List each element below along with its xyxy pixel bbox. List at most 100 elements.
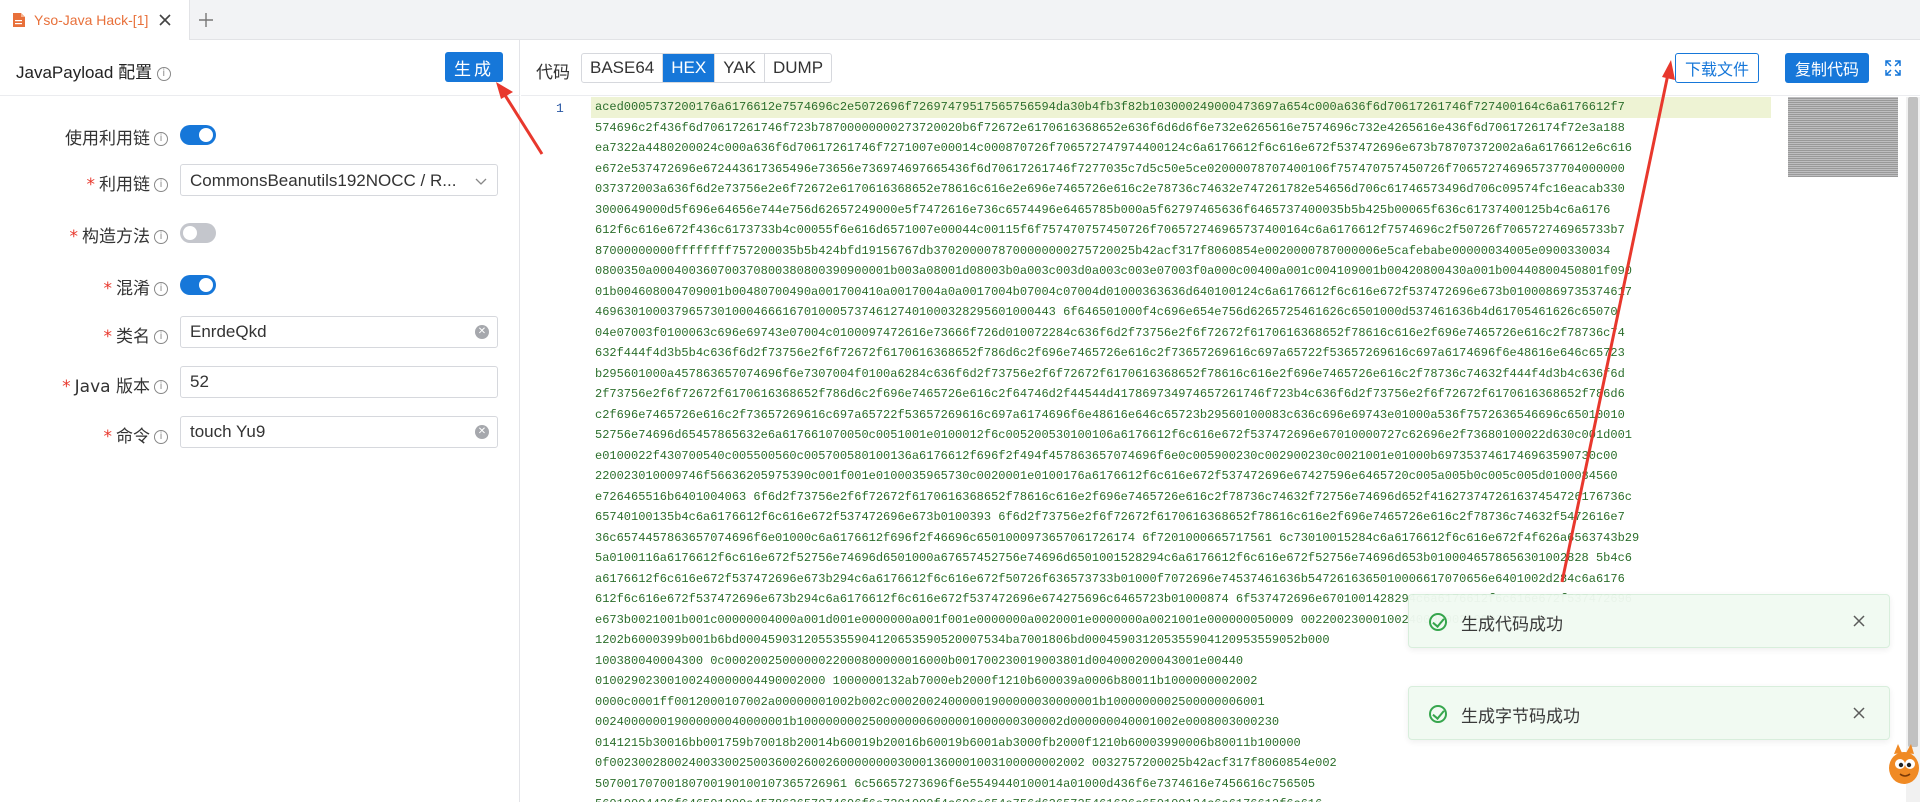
toast-code-success: 生成代码成功 (1408, 594, 1890, 648)
use-chain-toggle[interactable] (180, 125, 216, 145)
code-header: 代码 BASE64 HEX YAK DUMP 下载文件 复制代码 (521, 40, 1920, 96)
toast-message: 生成代码成功 (1461, 615, 1563, 635)
close-icon[interactable] (1851, 613, 1867, 629)
obfuscate-toggle[interactable] (180, 275, 216, 295)
check-circle-icon (1429, 705, 1447, 723)
java-version-label-text: Java 版本 (74, 377, 150, 397)
tab-hex[interactable]: HEX (663, 54, 716, 82)
chain-label: * 利用链 i (86, 170, 168, 195)
code-line: 3000649000d5f696e64656e744e756d626572490… (595, 202, 1611, 217)
use-chain-label: 使用利用链 i (65, 124, 168, 149)
copy-code-button[interactable]: 复制代码 (1785, 53, 1869, 83)
required-mark: * (62, 377, 71, 397)
code-line: ea7322a4480200024c000a636f6d70617261746f… (595, 141, 1632, 155)
required-mark: * (103, 279, 113, 299)
info-icon[interactable]: i (154, 430, 168, 444)
code-line: 574696c2f436f6d70617261746f723b787000000… (595, 120, 1625, 135)
tab-bar: Yso-Java Hack-[1] (0, 0, 1920, 40)
info-icon[interactable]: i (154, 230, 168, 244)
tab-dump[interactable]: DUMP (765, 54, 831, 82)
code-line: 36c6574457863657074696f6e01000c6a6176612… (595, 530, 1640, 545)
code-line: aced0005737200176a6176612e7574696c2e5072… (591, 97, 1771, 118)
config-panel: JavaPayload 配置 i 生成 使用利用链 i * 利用链 i Commons… (0, 40, 520, 802)
tab-yak[interactable]: YAK (715, 54, 765, 82)
download-file-button[interactable]: 下载文件 (1675, 53, 1759, 83)
config-title: JavaPayload 配置 i (16, 58, 171, 83)
toggle-knob (199, 128, 213, 142)
classname-label: * 类名 i (103, 322, 168, 347)
check-circle-icon (1429, 613, 1447, 631)
classname-label-text: 类名 (116, 327, 150, 347)
form-row-obfuscate: * 混淆 i (0, 268, 520, 300)
toast-message: 生成字节码成功 (1461, 707, 1580, 727)
constructor-label-text: 构造方法 (82, 227, 150, 247)
clear-icon[interactable]: ✕ (475, 325, 489, 339)
command-label-text: 命令 (116, 427, 150, 447)
required-mark: * (103, 327, 113, 347)
code-line: e726465516b6401004063 6f6d2f73756e2f6f72… (595, 489, 1632, 504)
mascot-icon (1889, 744, 1919, 784)
code-line: 52756e74696d65457865632e6a617661070050c0… (595, 428, 1632, 442)
info-icon[interactable]: i (154, 380, 168, 394)
code-line: 50700170700180700190100107365726961 6c56… (595, 776, 1316, 791)
form-row-chain: * 利用链 i CommonsBeanutils192NOCC / R... (0, 164, 520, 196)
required-mark: * (69, 227, 79, 247)
code-line: 0f00230028002400330025003600260026000000… (595, 756, 1337, 770)
tab-base64[interactable]: BASE64 (582, 54, 664, 82)
scrollbar-thumb[interactable] (1908, 97, 1918, 747)
info-icon[interactable]: i (154, 132, 168, 146)
minimap-slider[interactable] (1788, 97, 1898, 177)
command-field[interactable]: ✕ (180, 416, 498, 448)
close-icon[interactable] (1851, 705, 1867, 721)
required-mark: * (86, 175, 96, 195)
code-line: 01b004608004709001b00480700490a001700410… (595, 284, 1632, 299)
code-line: 220023010009746f56636205975390c001f001e0… (595, 469, 1618, 483)
code-line: b295601000a457863657074696f6e7307004f010… (595, 366, 1625, 381)
required-mark: * (103, 427, 113, 447)
config-header: JavaPayload 配置 i 生成 (0, 40, 520, 96)
tab-yso-java-hack[interactable]: Yso-Java Hack-[1] (0, 0, 190, 40)
chain-label-text: 利用链 (99, 175, 150, 195)
command-input[interactable] (181, 417, 471, 447)
code-line: 100380040004300 0c0002002500000022000800… (595, 653, 1244, 668)
code-line: 4696301000379657301000466616701000573746… (595, 305, 1618, 319)
java-version-label: * Java 版本 i (62, 372, 168, 397)
info-icon[interactable]: i (154, 178, 168, 192)
generate-button[interactable]: 生成 (445, 52, 503, 82)
command-label: * 命令 i (103, 422, 168, 447)
form-row-use-chain: 使用利用链 i (0, 118, 520, 150)
code-line: 5a0100116a6176612f6c616e672f52756e74696d… (595, 551, 1632, 565)
line-number: 1 (556, 101, 564, 116)
constructor-label: * 构造方法 i (69, 222, 168, 247)
code-line: 612f6c616e672f436c6173733b4c00055f6e616d… (595, 223, 1625, 237)
chain-select[interactable]: CommonsBeanutils192NOCC / R... (180, 164, 498, 196)
form-row-classname: *类名 i ✕ (0, 316, 520, 348)
code-line: 04e07003f0100063c696e69743e07004c0100097… (595, 325, 1625, 340)
toast-bytecode-success: 生成字节码成功 (1408, 686, 1890, 740)
constructor-toggle[interactable] (180, 223, 216, 243)
scrollbar[interactable] (1906, 97, 1920, 802)
expand-icon[interactable] (1885, 60, 1901, 76)
code-line: 632f444f4d3b5b4c636f6d2f73756e2f6f72672f… (595, 346, 1625, 360)
code-line: 037372003a636f6d2e73756e2e6f72672e617061… (595, 182, 1625, 196)
form-row-java-version: * Java 版本 i (0, 366, 520, 398)
code-line: 65740100135b4c6a6176612f6c616e672f537472… (595, 510, 1625, 524)
info-icon[interactable]: i (154, 282, 168, 296)
tab-label: Yso-Java Hack-[1] (34, 12, 149, 28)
clear-icon[interactable]: ✕ (475, 425, 489, 439)
java-version-input[interactable] (181, 367, 471, 397)
classname-field[interactable]: ✕ (180, 316, 498, 348)
java-version-field[interactable] (180, 366, 498, 398)
close-icon[interactable] (155, 10, 175, 30)
classname-input[interactable] (181, 317, 471, 347)
config-title-text: JavaPayload 配置 (16, 63, 153, 82)
info-icon[interactable]: i (156, 66, 171, 81)
code-line: e0100022f430700540c005500560c00570058010… (595, 448, 1618, 463)
info-icon[interactable]: i (154, 330, 168, 344)
document-icon (12, 12, 26, 28)
code-line: 87000000000ffffffff757200035b5b424bfd191… (595, 243, 1611, 258)
plus-icon[interactable] (196, 10, 216, 30)
chevron-down-icon[interactable] (475, 174, 487, 186)
code-line: 2f73756e2f6f72672f6170616368652f786d6c2f… (595, 387, 1625, 401)
chain-select-value: CommonsBeanutils192NOCC / R... (190, 171, 457, 190)
